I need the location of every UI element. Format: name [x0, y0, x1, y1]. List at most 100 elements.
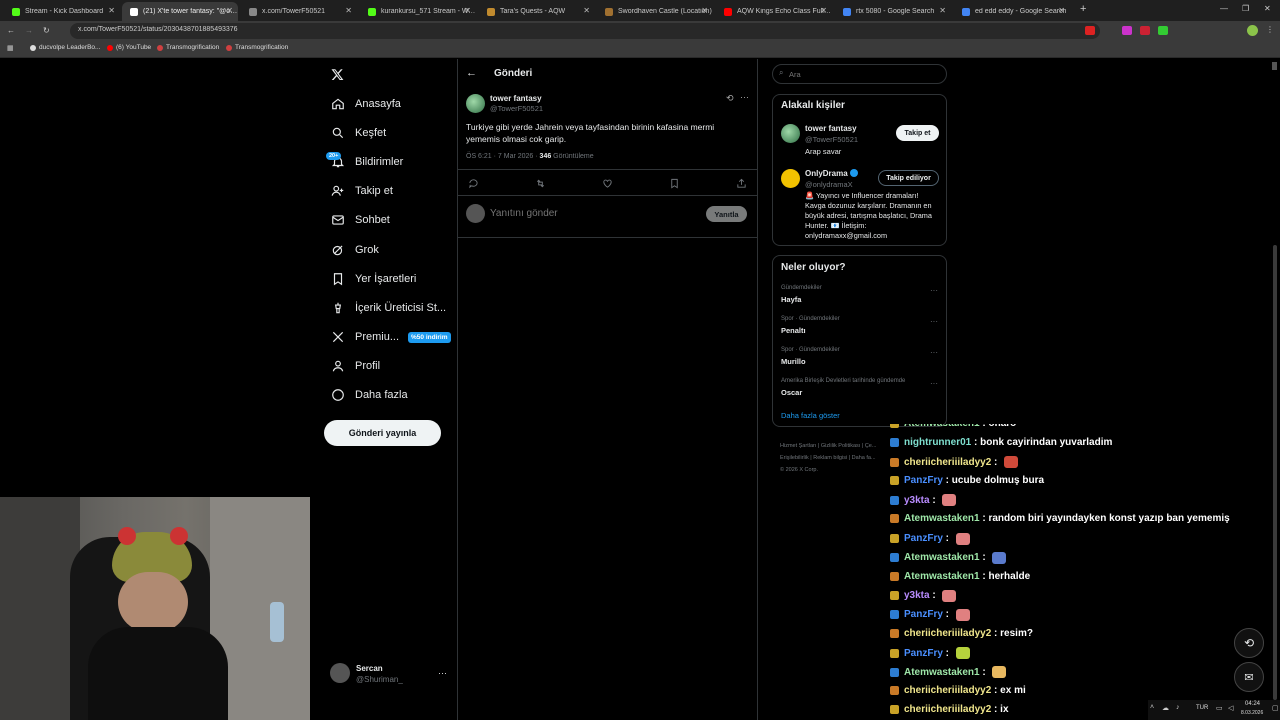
post-button[interactable]: Gönderi yayınla — [324, 420, 441, 446]
trend-more-icon[interactable]: ··· — [930, 379, 938, 388]
like-icon[interactable] — [602, 178, 613, 189]
browser-tab[interactable]: Swordhaven Castle (Location) ✕ — [597, 2, 713, 21]
author-handle[interactable]: @TowerF50521 — [490, 104, 543, 113]
address-bar[interactable]: x.com/TowerF50521/status/203043870188549… — [70, 23, 1100, 39]
x-logo-icon[interactable] — [331, 68, 344, 81]
tab-close-icon[interactable]: ✕ — [820, 6, 827, 15]
forward-icon[interactable]: → — [25, 26, 33, 35]
bookmark-item[interactable]: (6) YouTube — [107, 44, 151, 51]
author-name[interactable]: tower fantasy — [490, 94, 542, 103]
trend-name[interactable]: Penaltı — [781, 326, 806, 335]
minimize-button[interactable]: — — [1220, 4, 1228, 13]
tab-close-icon[interactable]: ✕ — [464, 6, 471, 15]
footer-link[interactable]: Hizmet Şartları — [780, 443, 816, 449]
grok-icon[interactable]: ⟲ — [726, 93, 734, 104]
bookmark-item[interactable]: Transmogrification — [226, 44, 288, 51]
tab-close-icon[interactable]: ✕ — [1058, 6, 1065, 15]
menu-icon[interactable]: ⋮ — [1266, 25, 1274, 34]
back-icon[interactable]: ← — [7, 26, 15, 35]
messages-float-icon[interactable]: ✉ — [1234, 662, 1264, 692]
new-tab-button[interactable]: + — [1080, 3, 1086, 15]
tray-arrow-icon[interactable]: ˄ — [1150, 704, 1154, 711]
extension-icon[interactable] — [1140, 26, 1150, 35]
chat-username[interactable]: Atemwastaken1 — [904, 667, 980, 678]
tab-title[interactable]: Tara's Quests - AQW — [500, 8, 595, 15]
tab-title[interactable]: (21) X'te tower fantasy: "@only — [143, 8, 238, 15]
chat-username[interactable]: PanzFry — [904, 609, 943, 620]
sidebar-item-anasayfa[interactable]: Anasayfa — [330, 92, 401, 116]
url-text[interactable]: x.com/TowerF50521/status/203043870188549… — [78, 26, 238, 33]
trend-name[interactable]: Murillo — [781, 357, 806, 366]
reply-icon[interactable] — [468, 178, 479, 189]
volume-icon[interactable]: ♪ — [1176, 704, 1180, 711]
person-name[interactable]: tower fantasy — [805, 124, 857, 133]
tab-title[interactable]: rtx 5080 - Google Search — [856, 8, 951, 15]
account-avatar[interactable] — [330, 663, 350, 683]
person-avatar[interactable] — [781, 124, 800, 143]
chat-username[interactable]: cheriicheriiiladyy2 — [904, 685, 991, 696]
tab-title[interactable]: AQW Kings Echo Class Full Walk — [737, 8, 832, 15]
sidebar-item-daha-fazla[interactable]: Daha fazla — [330, 383, 408, 407]
browser-tab[interactable]: (21) X'te tower fantasy: "@only ✕ — [122, 2, 238, 21]
tab-close-icon[interactable]: ✕ — [701, 6, 708, 15]
share-icon[interactable] — [736, 178, 747, 189]
browser-tab[interactable]: x.com/TowerF50521 ✕ — [241, 2, 357, 21]
browser-tab[interactable]: Tara's Quests - AQW ✕ — [479, 2, 595, 21]
maximize-button[interactable]: ❐ — [1242, 4, 1249, 13]
tab-title[interactable]: x.com/TowerF50521 — [262, 8, 357, 15]
sidebar-item-takip-et[interactable]: Takip et — [330, 179, 393, 203]
trend-name[interactable]: Oscar — [781, 388, 802, 397]
chat-username[interactable]: y3kta — [904, 590, 930, 601]
sidebar-item-sohbet[interactable]: Sohbet — [330, 208, 390, 232]
extension-icon[interactable] — [1122, 26, 1132, 35]
sidebar-item-grok[interactable]: Grok — [330, 238, 379, 262]
tab-close-icon[interactable]: ✕ — [345, 6, 352, 15]
chat-username[interactable]: cheriicheriiiladyy2 — [904, 704, 991, 715]
profile-avatar[interactable] — [1247, 25, 1258, 36]
person-name[interactable]: OnlyDrama — [805, 169, 858, 178]
show-more-link[interactable]: Daha fazla göster — [781, 411, 840, 420]
sidebar-item-i-erik-reticisi-st-[interactable]: İçerik Üreticisi St... — [330, 296, 446, 320]
chat-username[interactable]: PanzFry — [904, 533, 943, 544]
person-name-text[interactable]: OnlyDrama — [805, 169, 848, 178]
footer-link[interactable]: Daha fa... — [852, 455, 876, 461]
tab-title[interactable]: Swordhaven Castle (Location) — [618, 8, 713, 15]
clock-time[interactable]: 04:24 — [1245, 701, 1260, 707]
chat-username[interactable]: PanzFry — [904, 648, 943, 659]
reply-input[interactable] — [490, 205, 690, 222]
follow-button[interactable]: Takip et — [896, 125, 939, 141]
account-name[interactable]: Sercan — [356, 664, 383, 673]
sidebar-item-premiu-[interactable]: Premiu... %50 indirim — [330, 325, 451, 349]
repost-icon[interactable] — [535, 178, 546, 189]
bookmark-label[interactable]: Transmogrification — [235, 44, 288, 51]
browser-tab[interactable]: kurankursu_571 Stream - Watch ✕ — [360, 2, 476, 21]
chat-username[interactable]: Atemwastaken1 — [904, 513, 980, 524]
bookmark-icon[interactable] — [669, 178, 680, 189]
search-input[interactable] — [789, 68, 939, 80]
reply-button[interactable]: Yanıtla — [706, 206, 747, 222]
tab-title[interactable]: kurankursu_571 Stream - Watch — [381, 8, 476, 15]
chat-username[interactable]: cheriicheriiiladyy2 — [904, 457, 991, 468]
person-handle[interactable]: @onlydramaX — [805, 180, 853, 189]
person-avatar[interactable] — [781, 169, 800, 188]
bookmark-label[interactable]: (6) YouTube — [116, 44, 151, 51]
account-more-button[interactable]: ··· — [438, 668, 447, 678]
bookmark-label[interactable]: ducvolpe LeaderBo... — [39, 44, 100, 51]
chat-username[interactable]: PanzFry — [904, 475, 943, 486]
tab-close-icon[interactable]: ✕ — [226, 6, 233, 15]
grok-float-icon[interactable]: ⟲ — [1234, 628, 1264, 658]
trend-name[interactable]: Hayfa — [781, 295, 801, 304]
search-box[interactable]: ⌕ — [772, 64, 947, 84]
sidebar-item-ke-fet[interactable]: Keşfet — [330, 121, 386, 145]
chat-username[interactable]: nightrunner01 — [904, 437, 971, 448]
reload-icon[interactable]: ↻ — [43, 26, 50, 35]
browser-tab[interactable]: ed edd eddy - Google Search ✕ — [954, 2, 1070, 21]
footer-link[interactable]: Gizlilik Politikası — [821, 443, 860, 449]
tab-close-icon[interactable]: ✕ — [583, 6, 590, 15]
chat-username[interactable]: y3kta — [904, 495, 930, 506]
browser-tab[interactable]: Stream - Kick Dashboard ✕ — [4, 2, 120, 21]
browser-tab[interactable]: rtx 5080 - Google Search ✕ — [835, 2, 951, 21]
bookmark-label[interactable]: Transmogrification — [166, 44, 219, 51]
chat-username[interactable]: cheriicheriiiladyy2 — [904, 628, 991, 639]
footer-link[interactable]: Reklam bilgisi — [813, 455, 847, 461]
